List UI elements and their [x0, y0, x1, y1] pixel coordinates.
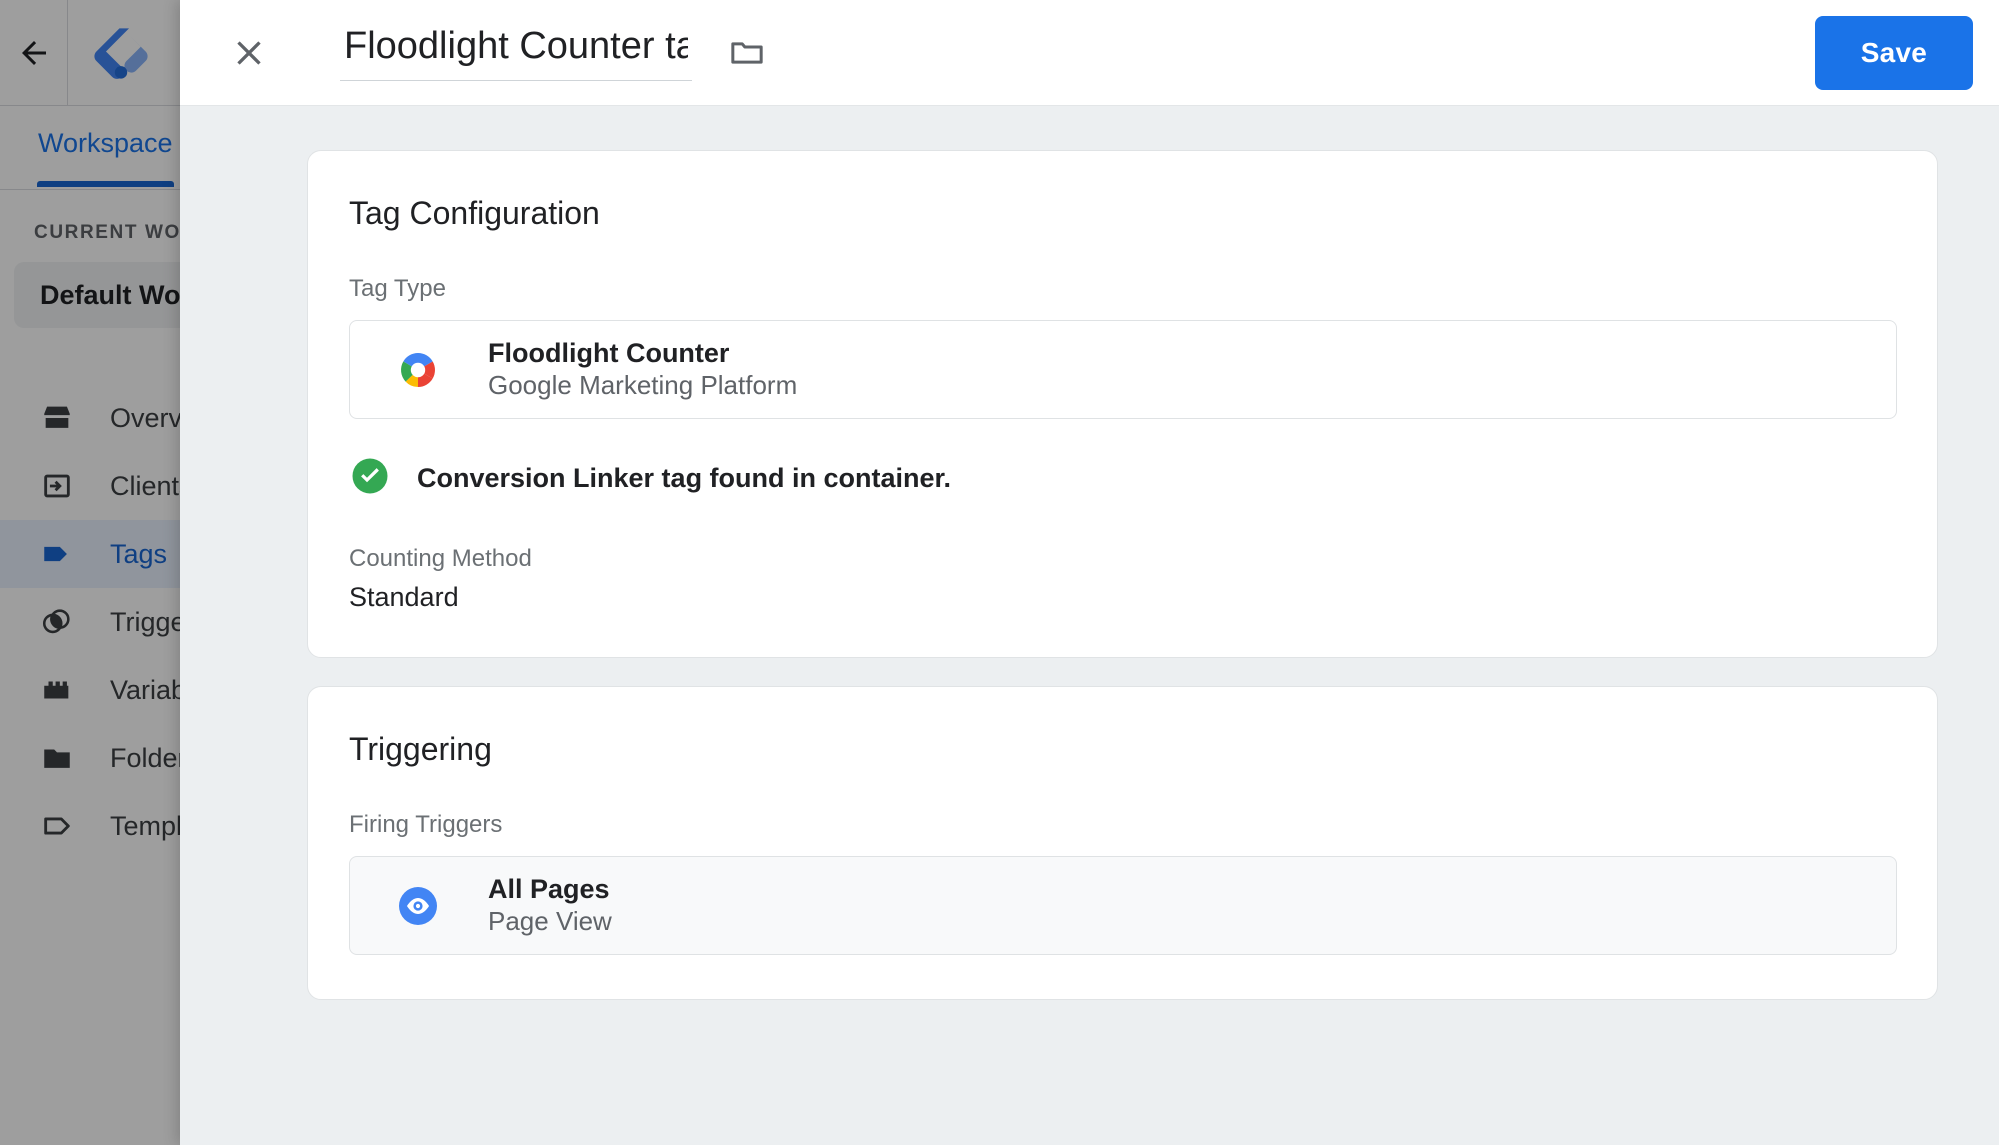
firing-triggers-label: Firing Triggers — [349, 811, 503, 838]
google-tag-manager-logo — [94, 27, 148, 79]
google-marketing-platform-donut-icon — [392, 344, 444, 396]
firing-trigger-item[interactable]: All Pages Page View — [349, 856, 1897, 955]
close-button[interactable] — [222, 26, 276, 80]
title-area — [340, 24, 772, 81]
back-button[interactable] — [0, 0, 68, 106]
counting-method-label: Counting Method — [349, 545, 532, 572]
close-icon — [237, 40, 261, 65]
overview-icon — [38, 399, 76, 437]
modal-header: Save — [180, 0, 1999, 106]
tag-configuration-title: Tag Configuration — [349, 195, 600, 231]
variables-icon — [38, 671, 76, 709]
back-arrow-icon — [21, 40, 46, 65]
app-logo[interactable] — [68, 0, 174, 106]
firing-trigger-texts: All Pages Page View — [488, 874, 612, 937]
tag-type-texts: Floodlight Counter Google Marketing Plat… — [488, 338, 797, 401]
save-button[interactable]: Save — [1814, 15, 1973, 90]
trigger-type: Page View — [488, 906, 612, 937]
sidebar-item-label: Tags — [110, 538, 168, 569]
trigger-name: All Pages — [488, 874, 610, 905]
tag-type-label: Tag Type — [349, 275, 446, 302]
counting-method-value: Standard — [349, 582, 459, 612]
tag-icon — [38, 535, 76, 573]
clients-icon — [38, 467, 76, 505]
check-circle-icon — [349, 455, 391, 502]
tag-name-input[interactable] — [340, 24, 692, 81]
modal-body: Tag Configuration Tag Type Floodlight Co… — [180, 106, 1999, 1145]
template-icon — [38, 807, 76, 845]
tag-editor-modal: Save Tag Configuration Tag Type — [180, 0, 1999, 1145]
triggering-card: Triggering Firing Triggers All Pages Pag… — [307, 686, 1938, 1000]
conversion-linker-status: Conversion Linker tag found in container… — [349, 455, 1897, 502]
folder-icon — [38, 739, 76, 777]
tag-configuration-card: Tag Configuration Tag Type Floodlight Co… — [307, 150, 1938, 658]
tab-workspace[interactable]: Workspace — [37, 128, 174, 187]
triggering-title: Triggering — [349, 731, 492, 767]
folder-outline-icon — [731, 41, 763, 64]
tag-type-selector[interactable]: Floodlight Counter Google Marketing Plat… — [349, 320, 1897, 419]
tag-type-vendor: Google Marketing Platform — [488, 370, 798, 401]
conversion-linker-text: Conversion Linker tag found in container… — [417, 463, 952, 493]
eye-circle-icon — [392, 880, 444, 932]
trigger-icon — [38, 603, 76, 641]
move-to-folder-button[interactable] — [722, 28, 772, 78]
tag-type-name: Floodlight Counter — [488, 338, 730, 369]
